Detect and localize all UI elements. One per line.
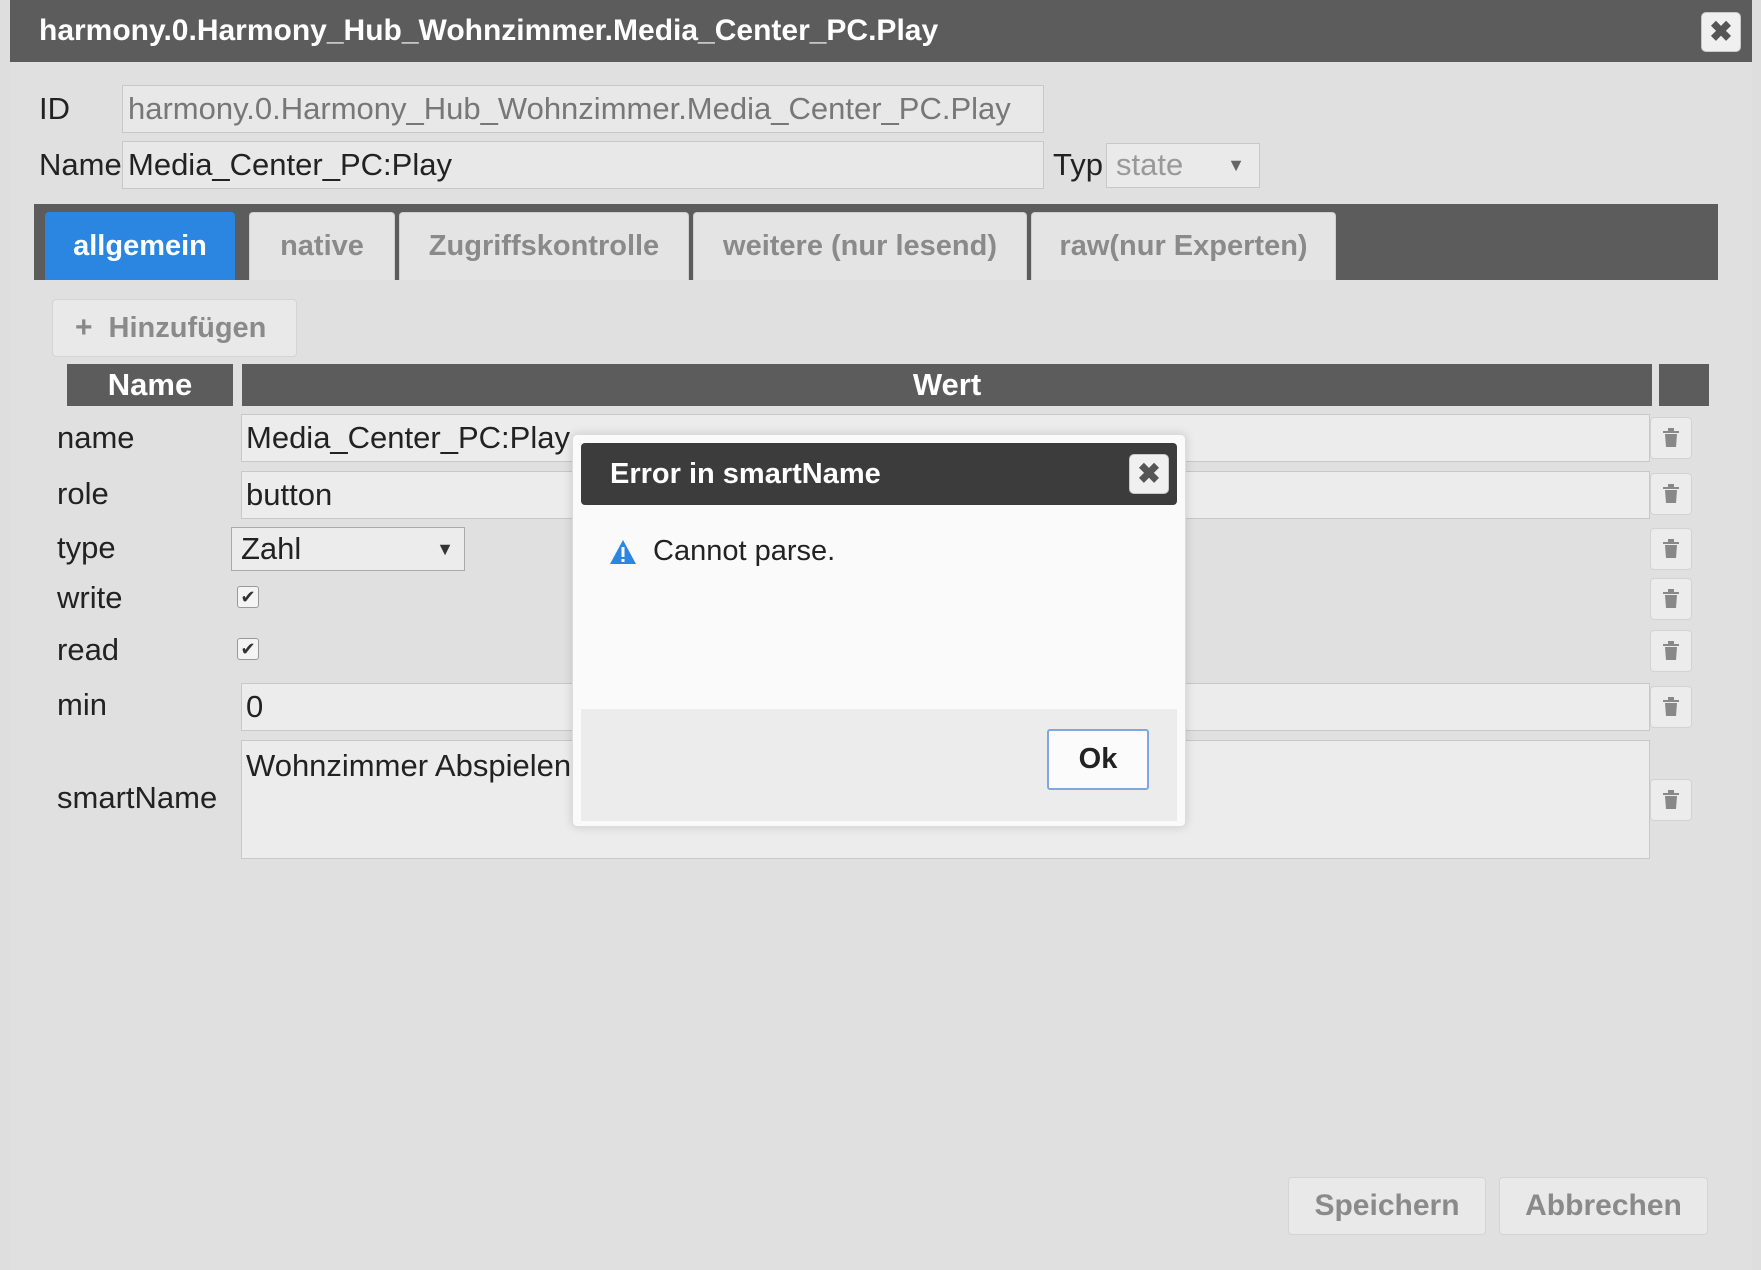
delete-type-button[interactable]: [1650, 528, 1692, 570]
modal-message-text: Cannot parse.: [653, 535, 836, 567]
modal-close-button[interactable]: ✖: [1129, 454, 1169, 494]
row-label-role: role: [57, 476, 109, 511]
tab-weitere[interactable]: weitere (nur lesend): [693, 212, 1027, 280]
cancel-button[interactable]: Abbrechen: [1499, 1177, 1708, 1235]
save-button[interactable]: Speichern: [1288, 1177, 1486, 1235]
type-select-value: Zahl: [241, 531, 302, 566]
delete-min-button[interactable]: [1650, 686, 1692, 728]
delete-name-button[interactable]: [1650, 417, 1692, 459]
close-icon: ✖: [1709, 16, 1733, 47]
page: harmony.0.Harmony_Hub_Wohnzimmer.Media_C…: [0, 0, 1761, 1270]
write-checkbox[interactable]: ✔: [237, 586, 259, 608]
column-header-name: Name: [67, 364, 233, 406]
row-label-name: name: [57, 420, 135, 455]
id-field: harmony.0.Harmony_Hub_Wohnzimmer.Media_C…: [122, 85, 1044, 133]
typ-select-value: state: [1116, 147, 1184, 182]
trash-icon: [1663, 539, 1679, 558]
name-label: Name: [39, 147, 122, 182]
tab-allgemein[interactable]: allgemein: [45, 212, 235, 280]
column-header-actions: [1659, 364, 1709, 406]
column-header-value: Wert: [242, 364, 1652, 406]
error-modal: Error in smartName ✖ Cannot parse. Ok: [572, 434, 1186, 827]
delete-read-button[interactable]: [1650, 630, 1692, 672]
dropdown-arrow-icon: ▼: [1227, 155, 1245, 175]
add-button[interactable]: + Hinzufügen: [52, 299, 297, 357]
dialog-close-button[interactable]: ✖: [1701, 12, 1741, 52]
read-checkbox[interactable]: ✔: [237, 638, 259, 660]
trash-icon: [1663, 641, 1679, 660]
trash-icon: [1663, 697, 1679, 716]
id-label: ID: [39, 91, 70, 126]
tab-zugriffskontrolle[interactable]: Zugriffskontrolle: [399, 212, 689, 280]
trash-icon: [1663, 428, 1679, 447]
delete-write-button[interactable]: [1650, 578, 1692, 620]
dialog-title: harmony.0.Harmony_Hub_Wohnzimmer.Media_C…: [10, 0, 1752, 62]
ok-button[interactable]: Ok: [1047, 729, 1149, 790]
name-field[interactable]: Media_Center_PC:Play: [122, 141, 1044, 189]
delete-role-button[interactable]: [1650, 473, 1692, 515]
row-label-read: read: [57, 632, 120, 667]
modal-message: Cannot parse.: [609, 535, 835, 568]
typ-label: Typ: [1053, 147, 1103, 182]
row-label-min: min: [57, 687, 107, 722]
tab-raw[interactable]: raw(nur Experten): [1031, 212, 1336, 280]
modal-footer: Ok: [581, 709, 1177, 821]
trash-icon: [1663, 589, 1679, 608]
tab-native[interactable]: native: [249, 212, 395, 280]
modal-title: Error in smartName: [581, 443, 1177, 505]
typ-select[interactable]: state ▼: [1106, 143, 1260, 188]
row-label-type: type: [57, 530, 116, 565]
row-label-write: write: [57, 580, 123, 615]
dropdown-arrow-icon: ▼: [436, 539, 454, 559]
type-select[interactable]: Zahl ▼: [231, 527, 465, 571]
row-label-smartname: smartName: [57, 780, 218, 815]
trash-icon: [1663, 790, 1679, 809]
plus-icon: +: [75, 311, 93, 344]
delete-smartname-button[interactable]: [1650, 779, 1692, 821]
tab-bar: allgemein native Zugriffskontrolle weite…: [34, 204, 1718, 280]
checkmark-icon: ✔: [240, 587, 256, 607]
checkmark-icon: ✔: [240, 639, 256, 659]
trash-icon: [1663, 484, 1679, 503]
close-icon: ✖: [1137, 458, 1161, 489]
warning-icon: [610, 539, 636, 564]
add-button-label: Hinzufügen: [108, 311, 267, 344]
